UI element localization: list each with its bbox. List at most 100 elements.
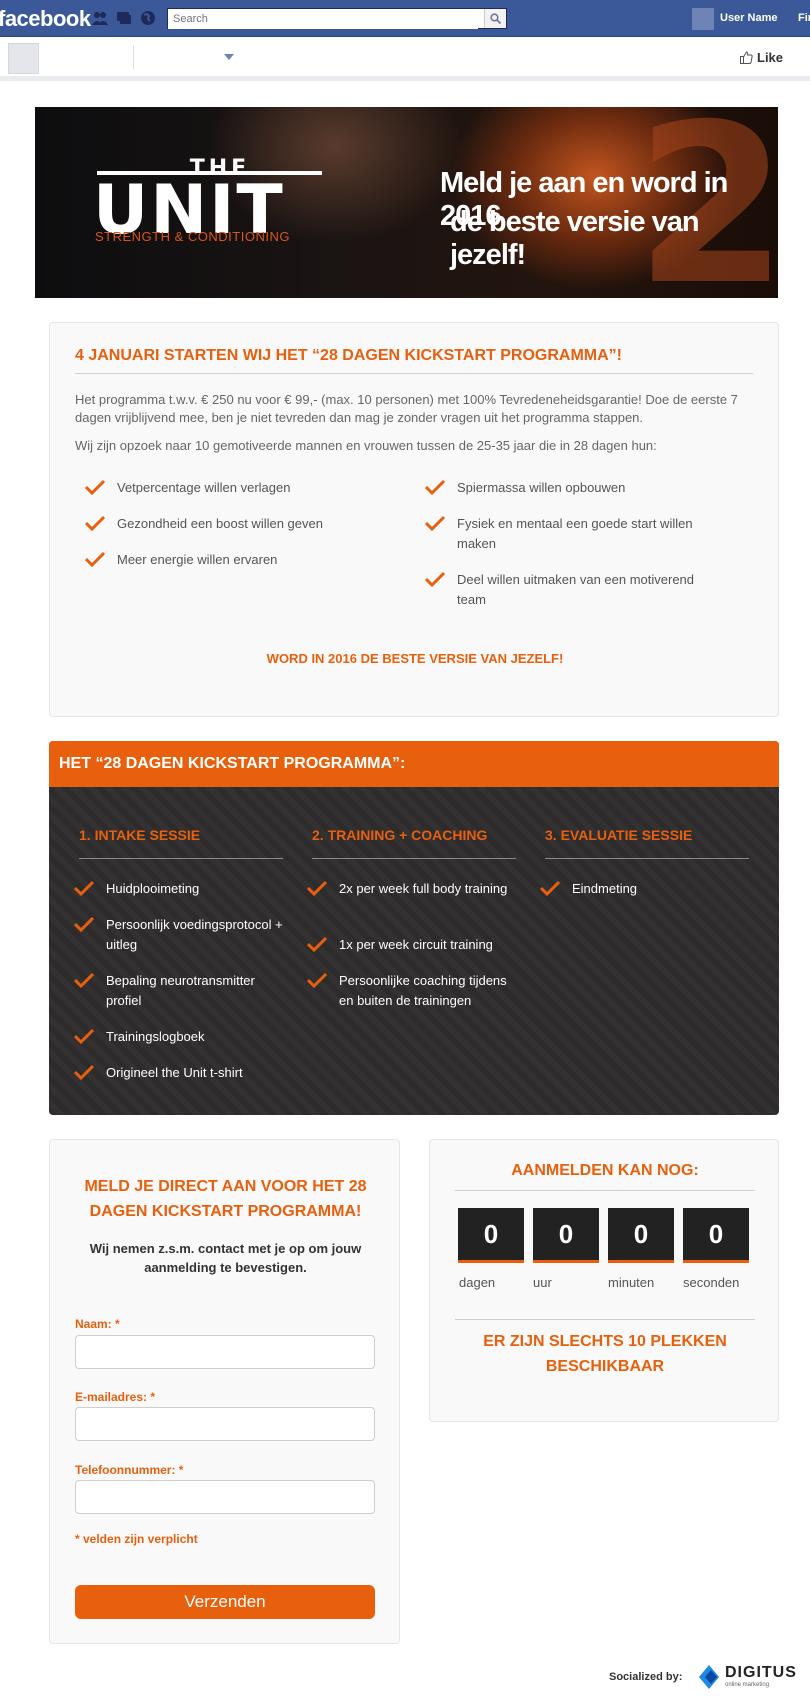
checkmark-icon [74, 1028, 94, 1044]
countdown-minutes: 0 [608, 1208, 674, 1263]
countdown-hours: 0 [533, 1208, 599, 1263]
user-avatar[interactable] [692, 8, 714, 30]
thumbs-up-icon [740, 51, 753, 64]
checkmark-icon [425, 479, 445, 495]
program-item: Trainingslogboek [74, 1027, 284, 1047]
checkmark-icon [74, 1064, 94, 1080]
program-item-label: Persoonlijke coaching tijdens en buiten … [339, 973, 507, 1008]
checkmark-icon [85, 479, 105, 495]
program-item: Persoonlijk voedingsprotocol + uitleg [74, 915, 284, 955]
program-item: Bepaling neurotransmitter profiel [74, 971, 284, 1011]
hero-banner: 2 THE UNIT STRENGTH & CONDITIONING Meld … [35, 107, 778, 298]
benefit-label: Spiermassa willen opbouwen [457, 480, 626, 495]
benefit-item: Deel willen uitmaken van een motiverend … [425, 570, 705, 610]
intro-divider [75, 373, 753, 374]
benefit-label: Deel willen uitmaken van een motiverend … [457, 572, 695, 607]
evaluation-column-title: 3. EVALUATIE SESSIE [545, 827, 693, 843]
required-note: * velden zijn verplicht [75, 1532, 198, 1546]
countdown-divider-bottom [455, 1319, 755, 1320]
page-thumbnail[interactable] [8, 43, 39, 74]
notification-icons [92, 10, 156, 26]
notifications-globe-icon[interactable] [140, 10, 156, 26]
submit-button[interactable]: Verzenden [75, 1585, 375, 1619]
countdown-card: AANMELDEN KAN NOG: 0 0 0 0 dagen uur min… [429, 1139, 779, 1422]
form-title: MELD JE DIRECT AAN VOOR HET 28 DAGEN KIC… [84, 1178, 367, 1220]
intro-paragraph-2: Wij zijn opzoek naar 10 gemotiveerde man… [75, 438, 657, 453]
name-label: Naam: * [75, 1317, 120, 1331]
program-item-label: 2x per week full body training [339, 881, 508, 896]
checkmark-icon [425, 515, 445, 531]
intake-column-title: 1. INTAKE SESSIE [79, 827, 201, 843]
program-item-label: Persoonlijk voedingsprotocol + uitleg [106, 917, 283, 952]
program-item-label: Huidplooimeting [106, 881, 200, 896]
user-name-link[interactable]: User Name [720, 12, 777, 24]
program-item-label: Eindmeting [572, 881, 638, 896]
like-label: Like [757, 50, 784, 65]
spots-available-note: ER ZIJN SLECHTS 10 PLEKKEN BESCHIKBAAR [483, 1333, 727, 1375]
program-header-title: HET “28 DAGEN KICKSTART PROGRAMMA”: [59, 755, 406, 772]
countdown-divider [455, 1190, 755, 1191]
banner-headline-line2: de beste versie van jezelf! [450, 206, 700, 271]
countdown-minutes-label: minuten [608, 1275, 655, 1290]
benefit-item: Gezondheid een boost willen geven [85, 514, 385, 534]
checkmark-icon [85, 515, 105, 531]
chevron-down-icon[interactable] [224, 54, 234, 60]
digitus-subtitle: online marketing [725, 1682, 770, 1688]
program-item-label: Origineel the Unit t-shirt [106, 1065, 243, 1080]
facebook-top-bar: facebook User Name Fir [0, 0, 810, 37]
digitus-brand: DIGITUS [725, 1664, 797, 1681]
column-divider [312, 858, 516, 859]
benefit-item: Meer energie willen ervaren [85, 550, 385, 570]
like-button[interactable]: Like [740, 50, 783, 65]
countdown-hours-label: uur [533, 1275, 552, 1290]
intro-paragraph-1: Het programma t.w.v. € 250 nu voor € 99,… [75, 392, 738, 425]
training-column-title: 2. TRAINING + COACHING [312, 827, 488, 843]
benefit-item: Vetpercentage willen verlagen [85, 478, 385, 498]
countdown-title: AANMELDEN KAN NOG: [511, 1162, 699, 1179]
program-item-label: 1x per week circuit training [339, 937, 493, 952]
email-label: E-mailadres: * [75, 1390, 156, 1404]
search-icon [490, 13, 501, 24]
program-item: 2x per week full body training [307, 879, 517, 899]
name-field[interactable] [75, 1335, 375, 1369]
benefit-label: Meer energie willen ervaren [117, 552, 278, 567]
facebook-logo[interactable]: facebook [0, 6, 91, 32]
program-item-label: Bepaling neurotransmitter profiel [106, 973, 255, 1008]
benefit-item: Spiermassa willen opbouwen [425, 478, 725, 498]
digitus-logo[interactable]: DIGITUS online marketing [697, 1660, 797, 1694]
search-box [167, 8, 507, 29]
socialized-by-label: Socialized by: [609, 1671, 683, 1683]
friend-requests-icon[interactable] [92, 10, 108, 26]
program-item: Eindmeting [540, 879, 750, 899]
header-divider [133, 45, 134, 69]
messages-icon[interactable] [116, 10, 132, 26]
benefit-label: Gezondheid een boost willen geven [117, 516, 323, 531]
column-divider [545, 858, 749, 859]
countdown-seconds-label: seconden [683, 1275, 740, 1290]
search-input[interactable] [168, 9, 478, 29]
search-button[interactable] [484, 9, 506, 28]
email-field[interactable] [75, 1407, 375, 1441]
checkmark-icon [74, 972, 94, 988]
benefit-item: Fysiek en mentaal een goede start willen… [425, 514, 705, 554]
checkmark-icon [307, 880, 327, 896]
program-item: Persoonlijke coaching tijdens en buiten … [307, 971, 517, 1011]
column-divider [79, 858, 283, 859]
countdown-days-label: dagen [459, 1275, 496, 1290]
intro-title: 4 JANUARI STARTEN WIJ HET “28 DAGEN KICK… [75, 347, 622, 364]
page-header: Like [0, 37, 810, 81]
benefit-label: Fysiek en mentaal een goede start willen… [457, 516, 693, 551]
countdown-seconds: 0 [683, 1208, 749, 1263]
program-item: Origineel the Unit t-shirt [74, 1063, 284, 1083]
program-item: Huidplooimeting [74, 879, 284, 899]
find-friends-link[interactable]: Fir [798, 12, 810, 24]
checkmark-icon [74, 880, 94, 896]
checkmark-icon [85, 551, 105, 567]
checkmark-icon [540, 880, 560, 896]
benefit-label: Vetpercentage willen verlagen [117, 480, 291, 495]
checkmark-icon [307, 972, 327, 988]
phone-field[interactable] [75, 1480, 375, 1514]
checkmark-icon [74, 916, 94, 932]
intro-cta: WORD IN 2016 DE BESTE VERSIE VAN JEZELF! [266, 651, 564, 666]
program-item-label: Trainingslogboek [106, 1029, 205, 1044]
